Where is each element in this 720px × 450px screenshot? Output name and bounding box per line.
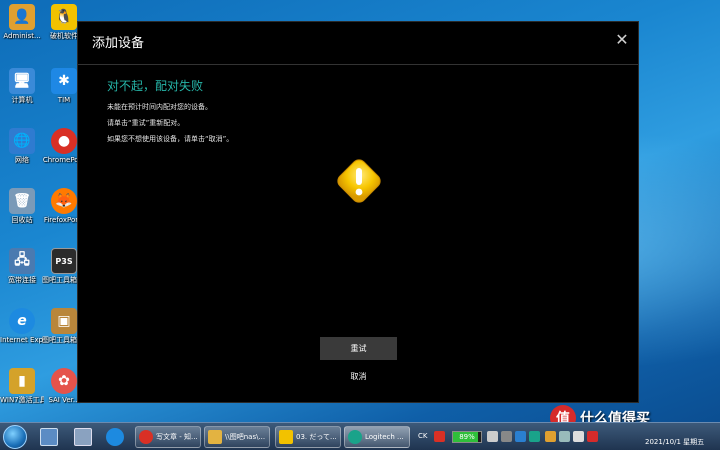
- retry-button[interactable]: 重试: [320, 337, 397, 360]
- toolbox-icon: ▣: [51, 308, 77, 334]
- logitech-tray-icon[interactable]: [529, 431, 540, 442]
- message-line: 如果您不想使用该设备，请单击“取消”。: [107, 135, 234, 143]
- clock-date[interactable]: 2021/10/1 星期五: [645, 437, 704, 447]
- warning-icon: [337, 159, 381, 203]
- tray-app-icon[interactable]: [587, 431, 598, 442]
- taskbar-item-chrome[interactable]: 写文章 - 知...: [135, 426, 201, 448]
- tray-app-icon[interactable]: [545, 431, 556, 442]
- activator-icon: ▮: [9, 368, 35, 394]
- antivirus-icon[interactable]: [434, 431, 445, 442]
- desktop-icon-label: 网络: [15, 156, 29, 164]
- globe-icon: 🌐: [9, 128, 35, 154]
- logitech-icon: [348, 430, 362, 444]
- taskbar-item-label: Logitech ...: [365, 433, 404, 441]
- taskbar-item-folder[interactable]: \\图吧nas\...: [204, 426, 270, 448]
- music-player-icon: [279, 430, 293, 444]
- bluetooth-icon[interactable]: [515, 431, 526, 442]
- desktop-icon-label: Internet Explorer: [0, 336, 44, 344]
- desktop-icon-win7-activator[interactable]: ▮ WIN7激活工具: [0, 368, 44, 404]
- network-connection-icon: 🖧: [9, 248, 35, 274]
- desktop-icon-ie[interactable]: e Internet Explorer: [0, 308, 44, 344]
- battery-indicator[interactable]: 89%: [452, 431, 482, 443]
- add-device-dialog: 添加设备 ✕ 对不起，配对失败 未能在预计时间内配对您的设备。 请单击“重试”重…: [77, 21, 639, 403]
- tim-icon: ✱: [51, 68, 77, 94]
- folder-icon: [208, 430, 222, 444]
- start-button[interactable]: [3, 425, 27, 449]
- desktop-icon-label: Administ...: [3, 32, 41, 40]
- computer-icon: 🖥: [9, 68, 35, 94]
- desktop-icon-administrator[interactable]: 👤 Administ...: [0, 4, 44, 40]
- recycle-bin-icon: 🗑: [9, 188, 35, 214]
- show-desktop-icon[interactable]: [40, 428, 58, 446]
- desktop-icon-label: 计算机: [11, 96, 33, 104]
- taskbar-item-label: 03. だって...: [296, 433, 337, 441]
- internet-explorer-icon: e: [9, 308, 35, 334]
- error-heading: 对不起，配对失败: [107, 79, 204, 93]
- taskbar: 写文章 - 知... \\图吧nas\... 03. だって... Logite…: [0, 422, 720, 450]
- chrome-icon: ●: [51, 128, 77, 154]
- desktop-icon-label: 宽带连接: [8, 276, 36, 284]
- taskbar-item-music[interactable]: 03. だって...: [275, 426, 341, 448]
- volume-icon[interactable]: [573, 431, 584, 442]
- firefox-icon: 🦊: [51, 188, 77, 214]
- close-icon[interactable]: ✕: [614, 32, 630, 48]
- sai-icon: ✿: [51, 368, 77, 394]
- chrome-icon: [139, 430, 153, 444]
- desktop-icon-label: 回收站: [11, 216, 33, 224]
- internet-explorer-icon[interactable]: [106, 428, 124, 446]
- toolbox-icon: P3S: [51, 248, 77, 274]
- taskbar-item-label: \\图吧nas\...: [225, 433, 266, 441]
- network-icon[interactable]: [559, 431, 570, 442]
- cancel-button[interactable]: 取消: [320, 371, 397, 382]
- message-line: 请单击“重试”重新配对。: [107, 119, 185, 127]
- dialog-title: 添加设备: [92, 36, 145, 51]
- desktop-icon-label: WIN7激活工具: [0, 396, 44, 404]
- desktop-icon-computer[interactable]: 🖥 计算机: [0, 68, 44, 104]
- taskbar-item-logitech[interactable]: Logitech ...: [344, 426, 410, 448]
- title-divider: [78, 64, 638, 65]
- plug-icon[interactable]: [487, 431, 498, 442]
- desktop-icon-network[interactable]: 🌐 网络: [0, 128, 44, 164]
- keyboard-icon[interactable]: [501, 431, 512, 442]
- tray-ck-text: CK: [418, 432, 428, 440]
- window-switch-icon[interactable]: [74, 428, 92, 446]
- desktop-icon-broadband[interactable]: 🖧 宽带连接: [0, 248, 44, 284]
- battery-percent: 89%: [459, 433, 475, 441]
- taskbar-item-label: 写文章 - 知...: [156, 433, 198, 441]
- desktop-icon-recycle-bin[interactable]: 🗑 回收站: [0, 188, 44, 224]
- message-line: 未能在预计时间内配对您的设备。: [107, 103, 212, 111]
- user-folder-icon: 👤: [9, 4, 35, 30]
- penguin-icon: 🐧: [51, 4, 77, 30]
